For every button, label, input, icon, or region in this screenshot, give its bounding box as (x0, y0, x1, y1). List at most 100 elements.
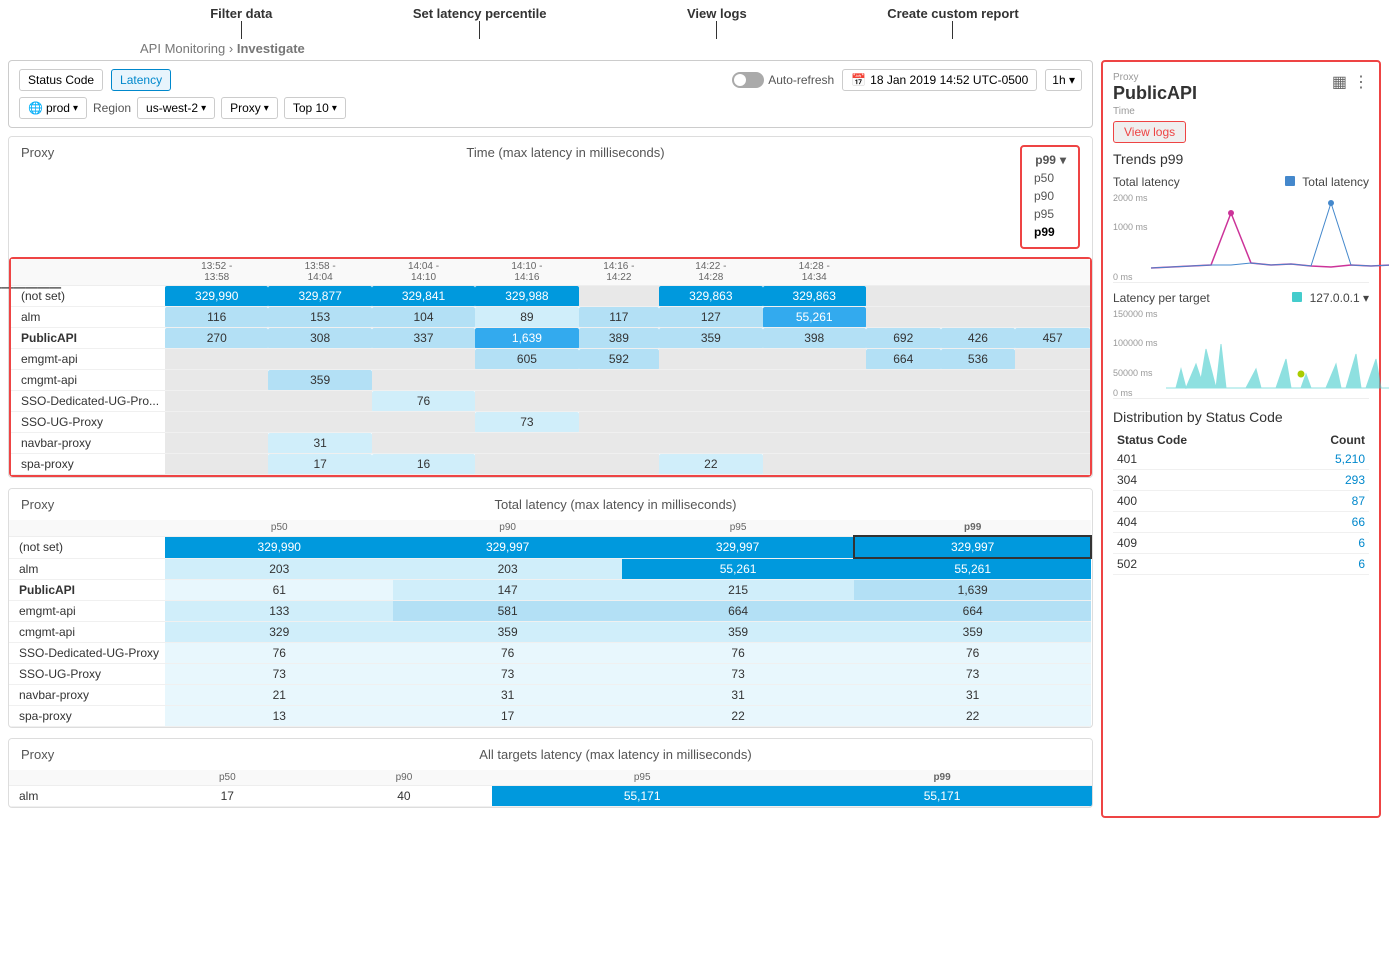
time-col-7: 14:28 -14:34 (763, 259, 866, 286)
filter-data-annotation: Filter data (210, 6, 272, 39)
table-row: emgmt-api605592664536 (11, 349, 1090, 370)
right-time-label: Time (1113, 106, 1369, 117)
right-proxy-name: PublicAPI (1113, 83, 1369, 104)
all-targets-table: p50 p90 p95 p99 alm174055,17155,171 (9, 770, 1092, 807)
time-col-6: 14:22 -14:28 (659, 259, 762, 286)
table2-title: Total latency (max latency in millisecon… (151, 497, 1080, 512)
trends-title: Trends p99 (1113, 151, 1369, 167)
latency-per-target-chart: 150000 ms 100000 ms 50000 ms 0 ms (1113, 309, 1369, 399)
prod-dropdown[interactable]: 🌐 prod (19, 97, 87, 119)
table-row: (not set)329,990329,877329,841329,988329… (11, 286, 1090, 307)
time-col-3: 14:04 -14:10 (372, 259, 475, 286)
table-row: emgmt-api133581664664 (9, 601, 1091, 622)
table-row: spa-proxy171622 (11, 454, 1090, 475)
status-code-button[interactable]: Status Code (19, 69, 103, 91)
table1-time-header: Time (max latency in milliseconds) (151, 145, 980, 249)
p50-option[interactable]: p50 (1034, 169, 1066, 187)
table-row: SSO-Dedicated-UG-Pro...76 (11, 391, 1090, 412)
table-row: alm174055,17155,171 (9, 786, 1092, 807)
region-dropdown[interactable]: us-west-2 (137, 97, 215, 119)
table-row: PublicAPI2703083371,63938935939869242645… (11, 328, 1090, 349)
dist-col2-header: Count (1279, 431, 1370, 449)
list-item: 40087 (1113, 491, 1369, 512)
table3-title: All targets latency (max latency in mill… (151, 747, 1080, 762)
table-row: navbar-proxy21313131 (9, 685, 1091, 706)
proxy-col-header (11, 259, 165, 286)
list-item: 5026 (1113, 554, 1369, 575)
table-row: SSO-UG-Proxy73 (11, 412, 1090, 433)
total-latency-chart: 2000 ms 1000 ms 0 ms (1113, 193, 1369, 283)
p95-header: p95 (622, 520, 855, 536)
time-col-2: 13:58 -14:04 (268, 259, 371, 286)
latency-per-target-legend-dot (1292, 292, 1302, 302)
time-col-10 (1015, 259, 1090, 286)
view-logs-annotation: View logs (687, 6, 747, 39)
table1-proxy-header: Proxy (21, 145, 151, 249)
proxy-dropdown[interactable]: Proxy (221, 97, 278, 119)
toolbar: Status Code Latency Auto-refresh 📅 18 Ja… (8, 60, 1093, 128)
trends-section: Trends p99 Total latency Total latency 2… (1113, 151, 1369, 399)
total-latency-row: Total latency Total latency (1113, 175, 1369, 189)
dist-col1-header: Status Code (1113, 431, 1279, 449)
table-row: cmgmt-api359 (11, 370, 1090, 391)
list-item: 4015,210 (1113, 449, 1369, 470)
p99-header: p99 (854, 520, 1091, 536)
all-targets-table-section: Proxy All targets latency (max latency i… (8, 738, 1093, 808)
view-logs-button[interactable]: View logs (1113, 121, 1186, 143)
latency-per-target-row: Latency per target 127.0.0.1 ▾ (1113, 291, 1369, 305)
time-col-4: 14:10 -14:16 (475, 259, 578, 286)
toggle-switch[interactable] (732, 72, 764, 88)
distribution-table: Status Code Count 4015,21030429340087404… (1113, 431, 1369, 575)
create-report-annotation: Create custom report (887, 6, 1018, 39)
list-item: 304293 (1113, 470, 1369, 491)
chart-icon[interactable]: ▦ (1332, 72, 1347, 92)
right-panel: ▦ ⋮ View metric details View in Recent V… (1101, 60, 1381, 818)
total-latency-svg (1143, 193, 1389, 273)
time-col-9 (941, 259, 1016, 286)
t3-p50: p50 (139, 770, 316, 786)
time-range-button[interactable]: 1h ▾ (1045, 69, 1082, 91)
more-options-icon[interactable]: ⋮ (1353, 72, 1369, 92)
p95-option[interactable]: p95 (1034, 205, 1066, 223)
table-row: (not set)329,990329,997329,997329,997 (9, 536, 1091, 558)
table-row: PublicAPI611472151,639 (9, 580, 1091, 601)
list-item: 4096 (1113, 533, 1369, 554)
table-row: SSO-Dedicated-UG-Proxy76767676 (9, 643, 1091, 664)
total-latency-legend-dot (1285, 176, 1295, 186)
right-panel-icons: ▦ ⋮ (1332, 72, 1369, 92)
heatmap-table-section: Proxy Time (max latency in milliseconds)… (8, 136, 1093, 478)
table-row: spa-proxy13172222 (9, 706, 1091, 727)
time-col-1: 13:52 -13:58 (165, 259, 268, 286)
p90-header: p90 (393, 520, 621, 536)
p99-option[interactable]: p99 (1034, 223, 1066, 241)
p90-option[interactable]: p90 (1034, 187, 1066, 205)
t3-p90: p90 (316, 770, 493, 786)
set-latency-annotation: Set latency percentile (413, 6, 547, 39)
table-row: navbar-proxy31 (11, 433, 1090, 454)
p50-header: p50 (165, 520, 393, 536)
latency-button[interactable]: Latency (111, 69, 171, 91)
table-row: alm1161531048911712755,261 (11, 307, 1090, 328)
heatmap-data-table: 13:52 -13:58 13:58 -14:04 14:04 -14:10 1… (11, 259, 1090, 475)
list-item: 40466 (1113, 512, 1369, 533)
table2-proxy-header: Proxy (21, 497, 151, 512)
t3-p99: p99 (792, 770, 1092, 786)
breadcrumb: API Monitoring › Investigate (0, 39, 1389, 60)
right-proxy-label: Proxy (1113, 72, 1369, 83)
time-col-8 (866, 259, 941, 286)
total-latency-table-section: Proxy Total latency (max latency in mill… (8, 488, 1093, 728)
table-row: cmgmt-api329359359359 (9, 622, 1091, 643)
date-picker-button[interactable]: 📅 18 Jan 2019 14:52 UTC-0500 (842, 69, 1037, 91)
top10-dropdown[interactable]: Top 10 (284, 97, 346, 119)
total-latency-table: p50 p90 p95 p99 (not set)329,990329,9973… (9, 520, 1092, 727)
distribution-section: Distribution by Status Code Status Code … (1113, 409, 1369, 575)
table-row: SSO-UG-Proxy73737373 (9, 664, 1091, 685)
table-row: alm20320355,26155,261 (9, 558, 1091, 580)
dist-title: Distribution by Status Code (1113, 409, 1369, 425)
t3-p95: p95 (492, 770, 792, 786)
table3-proxy-header: Proxy (21, 747, 151, 762)
percentile-dropdown[interactable]: p99 ▾ p50 p90 p95 p99 (1020, 145, 1080, 249)
time-col-5: 14:16 -14:22 (579, 259, 660, 286)
latency-per-target-svg (1158, 309, 1389, 389)
auto-refresh-toggle[interactable]: Auto-refresh (732, 72, 834, 88)
